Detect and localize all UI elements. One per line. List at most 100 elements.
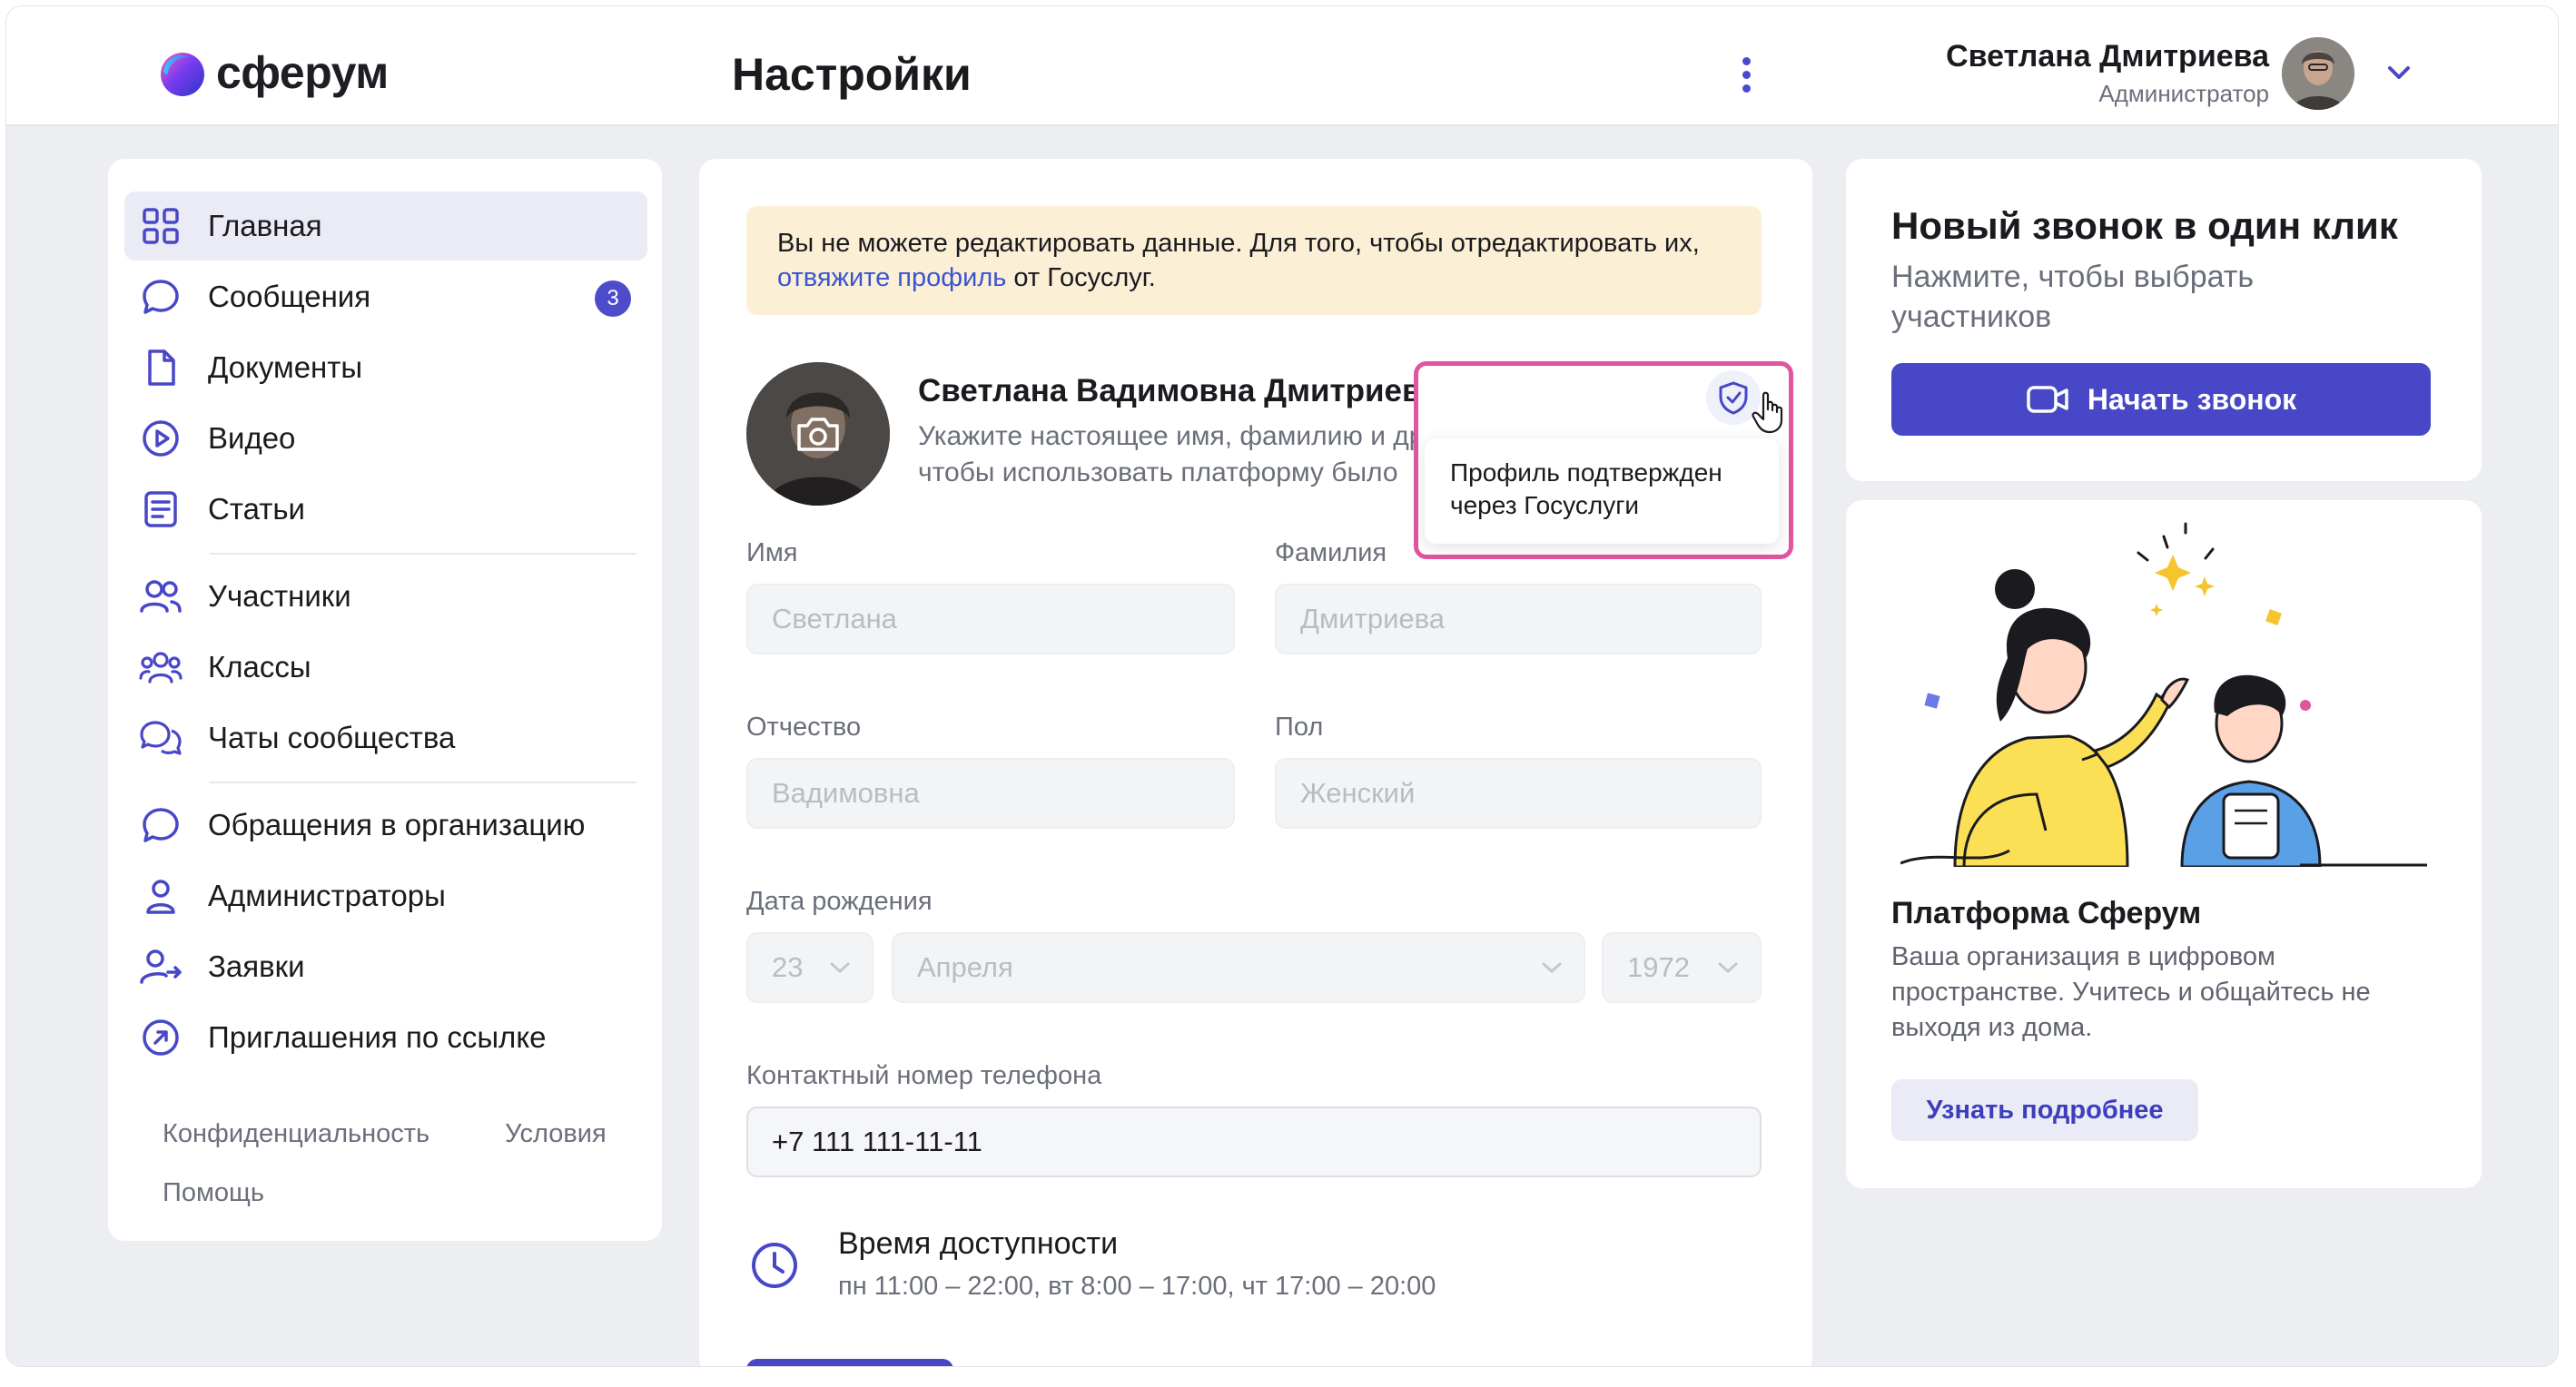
unlink-profile-link[interactable]: отвяжите профиль xyxy=(777,263,1006,292)
users-icon xyxy=(139,575,183,618)
app-window: сферум Настройки Светлана Дмитриева Адми… xyxy=(5,5,2559,1367)
sidebar-item-video[interactable]: Видео xyxy=(124,404,647,473)
notice-text: Вы не можете редактировать данные. Для т… xyxy=(777,229,1700,258)
gender-label: Пол xyxy=(1275,713,1324,742)
birth-month-value: Апреля xyxy=(917,951,1013,983)
phone-input[interactable]: +7 111 111-11-11 xyxy=(746,1107,1762,1177)
user-arrow-icon xyxy=(139,945,183,989)
tooltip-line-2: через Госуслуги xyxy=(1450,491,1640,519)
unread-count-badge: 3 xyxy=(595,280,631,317)
sidebar-item-label: Классы xyxy=(208,650,311,684)
sidebar-item-documents[interactable]: Документы xyxy=(124,333,647,402)
privacy-link[interactable]: Конфиденциальность xyxy=(163,1119,429,1149)
sferum-logo-icon xyxy=(156,48,205,97)
start-call-button[interactable]: Начать звонок xyxy=(1891,363,2431,436)
hand-cursor-icon xyxy=(1751,391,1787,435)
sidebar-item-organization-requests[interactable]: Обращения в организацию xyxy=(124,791,647,860)
birth-year-value: 1972 xyxy=(1627,951,1690,983)
chats-icon xyxy=(139,716,183,760)
call-card-subtitle: Нажмите, чтобы выбрать участников xyxy=(1891,260,2255,334)
notice-suffix: от Госуслуг. xyxy=(1006,263,1156,292)
birth-year-select: 1972 xyxy=(1602,932,1762,1003)
people-illustration xyxy=(1900,522,2427,869)
account-menu-chevron-icon[interactable] xyxy=(2381,59,2417,86)
save-button[interactable] xyxy=(746,1359,953,1366)
sidebar-item-community-chats[interactable]: Чаты сообщества xyxy=(124,703,647,772)
sidebar-nav: Главная Сообщения 3 Документы Видео Стат… xyxy=(108,159,662,1241)
help-link[interactable]: Помощь xyxy=(163,1178,264,1208)
sidebar-item-label: Главная xyxy=(208,209,322,242)
promo-title: Платформа Сферум xyxy=(1891,896,2202,930)
sidebar-item-applications[interactable]: Заявки xyxy=(124,932,647,1001)
sidebar-item-label: Чаты сообщества xyxy=(208,721,456,754)
call-card-title: Новый звонок в один клик xyxy=(1891,204,2398,247)
page-title: Настройки xyxy=(732,49,972,100)
sidebar-item-administrators[interactable]: Администраторы xyxy=(124,861,647,930)
profile-photo-upload[interactable] xyxy=(746,362,890,506)
clock-icon xyxy=(748,1239,801,1292)
profile-hint: Укажите настоящее имя, фамилию и другую … xyxy=(918,418,1426,491)
patronymic-field: Вадимовна xyxy=(746,758,1235,829)
profile-hint-line-2: чтобы использовать платформу было xyxy=(918,457,1398,487)
sidebar-item-messages[interactable]: Сообщения 3 xyxy=(124,262,647,331)
sidebar-item-label: Обращения в организацию xyxy=(208,808,586,841)
sidebar-item-label: Участники xyxy=(208,579,351,613)
learn-more-button[interactable]: Узнать подробнее xyxy=(1891,1079,2198,1141)
promo-text: Ваша организация в цифровом пространстве… xyxy=(1891,942,2371,1042)
terms-link[interactable]: Условия xyxy=(505,1119,607,1149)
user-info[interactable]: Светлана Дмитриева Администратор xyxy=(1946,39,2269,108)
profile-full-name: Светлана Вадимовна Дмитриева xyxy=(918,373,1439,408)
sidebar-item-members[interactable]: Участники xyxy=(124,562,647,631)
quick-call-card: Новый звонок в один клик Нажмите, чтобы … xyxy=(1846,159,2482,481)
user-role: Администратор xyxy=(2098,80,2269,107)
settings-panel: Вы не можете редактировать данные. Для т… xyxy=(699,159,1812,1366)
availability-schedule: пн 11:00 – 22:00, вт 8:00 – 17:00, чт 17… xyxy=(838,1272,1436,1301)
last-name-field: Дмитриева xyxy=(1275,584,1762,654)
profile-hint-line-1: Укажите настоящее имя, фамилию и другую … xyxy=(918,421,1426,451)
user-avatar[interactable] xyxy=(2282,37,2354,110)
start-call-label: Начать звонок xyxy=(2087,382,2297,416)
sidebar-item-label: Статьи xyxy=(208,492,305,526)
sidebar-item-home[interactable]: Главная xyxy=(124,192,647,261)
platform-promo-card: Платформа Сферум Ваша организация в цифр… xyxy=(1846,500,2482,1188)
sidebar-item-label: Заявки xyxy=(208,949,305,983)
more-options-icon[interactable] xyxy=(1735,57,1757,103)
top-header: сферум Настройки Светлана Дмитриева Адми… xyxy=(6,6,2558,126)
sidebar-item-classes[interactable]: Классы xyxy=(124,633,647,702)
sidebar-item-label: Видео xyxy=(208,421,296,455)
camera-icon xyxy=(794,409,843,458)
chevron-down-icon xyxy=(1718,962,1738,974)
availability-title[interactable]: Время доступности xyxy=(838,1226,1118,1262)
birth-month-select: Апреля xyxy=(892,932,1585,1003)
sidebar-item-label: Документы xyxy=(208,350,363,384)
sidebar-item-label: Приглашения по ссылке xyxy=(208,1020,547,1054)
sidebar-item-label: Администраторы xyxy=(208,879,446,912)
article-icon xyxy=(139,487,183,531)
sidebar-item-link-invites[interactable]: Приглашения по ссылке xyxy=(124,1003,647,1072)
user-icon xyxy=(139,874,183,918)
last-name-label: Фамилия xyxy=(1275,538,1387,567)
chat-bubble-icon xyxy=(139,275,183,319)
group-icon xyxy=(139,645,183,689)
first-name-field: Светлана xyxy=(746,584,1235,654)
phone-label: Контактный номер телефона xyxy=(746,1061,1102,1090)
video-camera-icon xyxy=(2027,386,2068,413)
brand-logo[interactable]: сферум xyxy=(156,46,389,99)
grid-icon xyxy=(139,204,183,248)
first-name-label: Имя xyxy=(746,538,798,567)
play-circle-icon xyxy=(139,417,183,460)
chevron-down-icon xyxy=(830,962,850,974)
sidebar-item-articles[interactable]: Статьи xyxy=(124,475,647,544)
brand-name: сферум xyxy=(216,47,389,98)
patronymic-label: Отчество xyxy=(746,713,862,742)
verification-tooltip: Профиль подтвержден через Госуслуги xyxy=(1425,438,1779,544)
gender-field: Женский xyxy=(1275,758,1762,829)
birth-date-label: Дата рождения xyxy=(746,887,933,916)
chat-bubble-icon xyxy=(139,803,183,847)
link-arrow-icon xyxy=(139,1016,183,1059)
user-name: Светлана Дмитриева xyxy=(1946,39,2269,74)
gosuslugi-notice: Вы не можете редактировать данные. Для т… xyxy=(746,206,1762,315)
sidebar-divider xyxy=(210,553,637,555)
chevron-down-icon xyxy=(1542,962,1562,974)
document-icon xyxy=(139,346,183,389)
